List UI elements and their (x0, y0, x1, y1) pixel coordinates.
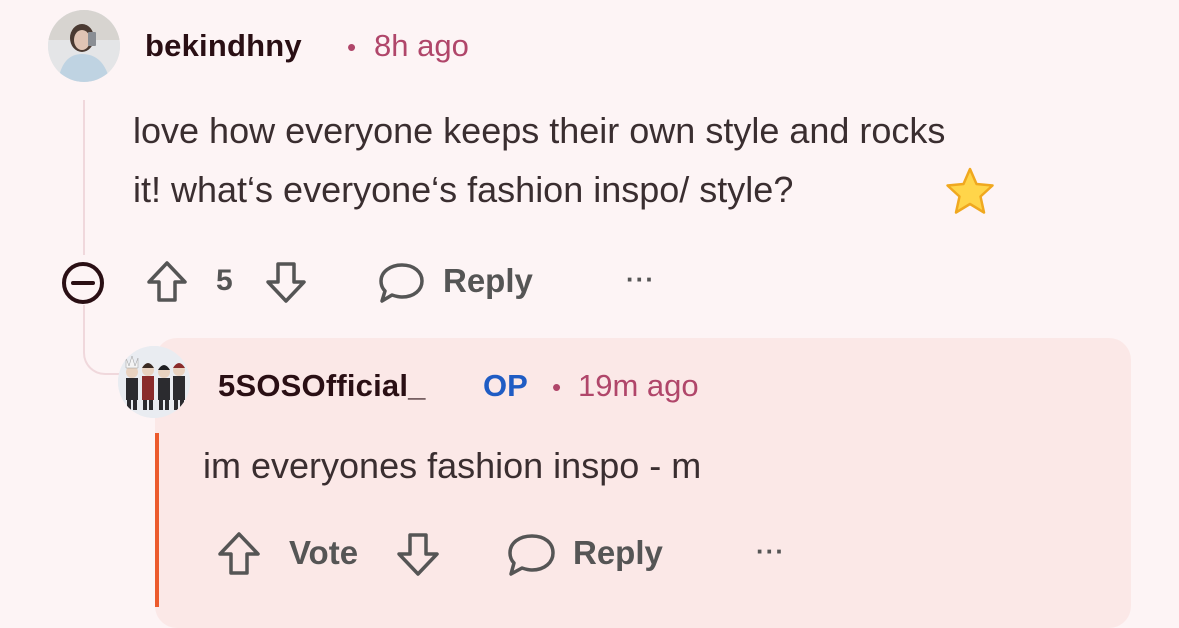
vote-count: 5 (216, 264, 233, 297)
reply-username[interactable]: 5SOSOfficial_ (218, 368, 426, 404)
star-icon (944, 166, 996, 218)
comment-username[interactable]: bekindhny (145, 28, 302, 64)
comment-body-line: it! what‘s everyone‘s fashion inspo/ sty… (133, 169, 794, 210)
upvote-icon[interactable] (216, 530, 262, 578)
downvote-icon[interactable] (395, 530, 441, 578)
reply-icon[interactable] (376, 260, 426, 306)
more-options-button[interactable]: ··· (756, 536, 785, 567)
upvote-icon[interactable] (145, 259, 189, 305)
reply-icon[interactable] (505, 531, 557, 579)
reply-button[interactable]: Reply (443, 262, 533, 300)
op-badge: OP (483, 368, 528, 403)
reply-accent-bar (155, 433, 159, 607)
separator-dot: • (347, 32, 357, 62)
comment-body-line: love how everyone keeps their own style … (133, 110, 946, 151)
comment-timestamp: 8h ago (374, 28, 469, 63)
vote-label: Vote (289, 534, 359, 571)
collapse-minus-icon[interactable] (58, 258, 108, 308)
reply-timestamp: 19m ago (578, 368, 699, 403)
thread-line (83, 100, 85, 255)
avatar[interactable] (48, 10, 120, 82)
separator-dot: • (552, 372, 562, 402)
avatar[interactable] (118, 346, 190, 418)
more-options-button[interactable]: ··· (626, 264, 655, 295)
reply-button[interactable]: Reply (573, 534, 663, 572)
thread-connector (83, 305, 125, 375)
comment-body: love how everyone keeps their own style … (133, 101, 945, 219)
reply-body: im everyones fashion inspo - m (203, 445, 702, 486)
downvote-icon[interactable] (264, 259, 308, 305)
